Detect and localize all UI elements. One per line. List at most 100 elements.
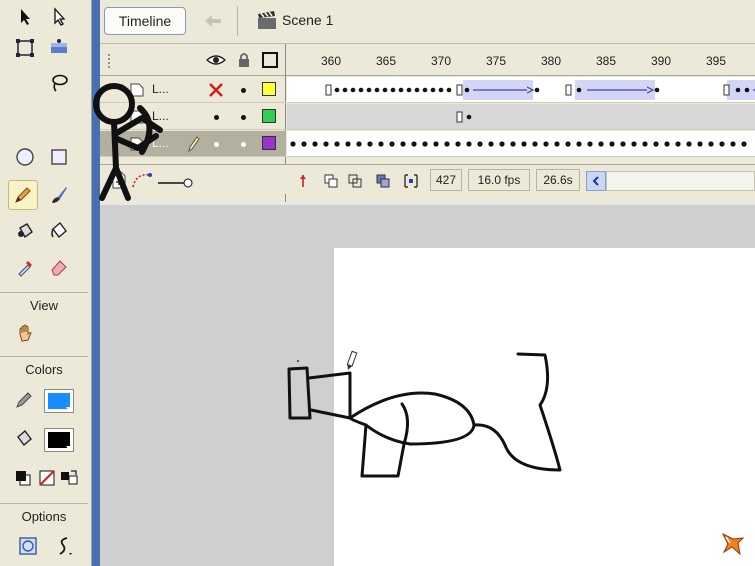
current-frame-field[interactable]: 427: [430, 169, 462, 191]
timeline-button[interactable]: Timeline: [104, 7, 186, 35]
hand-tool[interactable]: [10, 318, 40, 348]
delete-layer-icon[interactable]: [156, 173, 196, 189]
keyframe-dot: [356, 141, 362, 147]
fill-color-swatch[interactable]: [44, 428, 74, 452]
onion-skin-icon: [324, 174, 338, 188]
pencil-icon: [15, 187, 31, 203]
keyframe-dot: [499, 141, 505, 147]
lock-dot[interactable]: [241, 115, 246, 120]
center-frame-button[interactable]: [292, 170, 314, 192]
keyframe-dot: [664, 141, 670, 147]
object-drawing-icon: [19, 537, 37, 555]
oval-tool[interactable]: [10, 142, 40, 172]
keyframe-dot: [422, 141, 428, 147]
free-transform-tool[interactable]: [10, 33, 40, 63]
layer-name: L...: [152, 82, 169, 96]
ruler-label: 380: [541, 54, 562, 68]
keyframe-dot: [400, 141, 406, 147]
back-arrow-icon[interactable]: [202, 11, 224, 31]
rectangle-tool[interactable]: [44, 142, 74, 172]
gradient-icon: [51, 39, 67, 53]
layer-icon: [130, 110, 144, 124]
colors-section-label: Colors: [0, 356, 88, 377]
frames-track-3: [290, 141, 747, 147]
swap-colors-button[interactable]: [56, 465, 82, 491]
layer-icon: [130, 137, 144, 151]
keyframe-dot: [334, 141, 340, 147]
onion-outlines-button[interactable]: [344, 170, 366, 192]
ruler-label: 375: [486, 54, 507, 68]
keyframe-dot: [389, 141, 395, 147]
smooth-mode-icon: [59, 537, 72, 555]
eraser-tool[interactable]: [44, 252, 74, 282]
no-color-icon: [39, 470, 55, 486]
lasso-tool[interactable]: [44, 68, 74, 98]
tools-panel: View Colors Options: [0, 0, 92, 566]
scene-label[interactable]: Scene 1: [282, 12, 333, 28]
keyframe-dot: [719, 141, 725, 147]
motion-guide-icon[interactable]: [130, 170, 154, 190]
paint-bucket-tool[interactable]: [44, 216, 74, 246]
paint-bucket-icon: [51, 221, 67, 239]
modify-markers-button[interactable]: [400, 170, 422, 192]
lock-dot[interactable]: [241, 142, 246, 147]
edit-multiple-icon: [376, 174, 390, 188]
insert-layer-icon[interactable]: [110, 170, 128, 190]
keyframe-dot: [433, 141, 439, 147]
layer-outline-color[interactable]: [262, 136, 276, 150]
transform-icon: [16, 39, 34, 57]
visibility-dot[interactable]: [214, 142, 219, 147]
object-drawing-button[interactable]: [14, 532, 42, 560]
visibility-dot[interactable]: [214, 115, 219, 120]
frames-row-3[interactable]: [287, 131, 755, 157]
frames-row-1[interactable]: [287, 77, 755, 103]
eyedropper-tool[interactable]: [10, 252, 40, 282]
ruler-label: 395: [706, 54, 727, 68]
onion-skin-button[interactable]: [320, 170, 342, 192]
edit-bar: Timeline Scene 1: [100, 0, 755, 44]
stage-canvas[interactable]: [334, 248, 755, 566]
default-colors-button[interactable]: [10, 465, 36, 491]
layer-row-1[interactable]: L...: [100, 77, 286, 103]
brush-tool[interactable]: [44, 180, 74, 210]
pencil-tool[interactable]: [8, 180, 38, 210]
center-frame-icon: [300, 175, 306, 187]
ink-bottle-tool[interactable]: [10, 216, 40, 246]
keyframe-dot: [631, 141, 637, 147]
frame-ruler[interactable]: 360 365 370 375 380 385 390 395: [286, 44, 755, 76]
hidden-x-icon[interactable]: [208, 82, 224, 98]
layer-row-2[interactable]: L...: [100, 104, 286, 130]
ruler-label: 360: [321, 54, 342, 68]
brush-icon: [52, 187, 67, 203]
layer-outline-color[interactable]: [262, 109, 276, 123]
frames-row-2[interactable]: [287, 104, 755, 130]
edit-multiple-frames-button[interactable]: [372, 170, 394, 192]
timeline-scrollbar[interactable]: [606, 171, 755, 191]
layer-outline-color[interactable]: [262, 82, 276, 96]
lock-dot[interactable]: [241, 88, 246, 93]
ink-bottle-icon: [18, 223, 33, 239]
selection-tool[interactable]: [10, 2, 40, 32]
keyframe-dot: [312, 141, 318, 147]
scroll-left-button[interactable]: [586, 171, 606, 191]
oval-icon: [16, 148, 34, 166]
frames-track-1: [325, 80, 755, 100]
keyframe-dot: [653, 141, 659, 147]
edit-pencil-icon: [188, 136, 200, 153]
clapperboard-icon: [258, 11, 276, 29]
keyframe-dot: [488, 141, 494, 147]
pencil-mode-button[interactable]: [50, 532, 78, 560]
frame-rate-field[interactable]: 16.0 fps: [468, 169, 530, 191]
swap-colors-icon: [61, 470, 78, 485]
keyframe-dot: [532, 141, 538, 147]
keyframe-dot: [543, 141, 549, 147]
stroke-color-swatch[interactable]: [44, 389, 74, 413]
keyframe-dot: [466, 141, 472, 147]
keyframe-dot: [477, 141, 483, 147]
keyframe-dot: [301, 141, 307, 147]
keyframe-dot: [367, 141, 373, 147]
subselection-tool[interactable]: [44, 2, 74, 32]
panel-divider: [92, 0, 100, 566]
layer-row-3[interactable]: L...: [100, 131, 286, 157]
gradient-transform-tool[interactable]: [44, 33, 74, 63]
